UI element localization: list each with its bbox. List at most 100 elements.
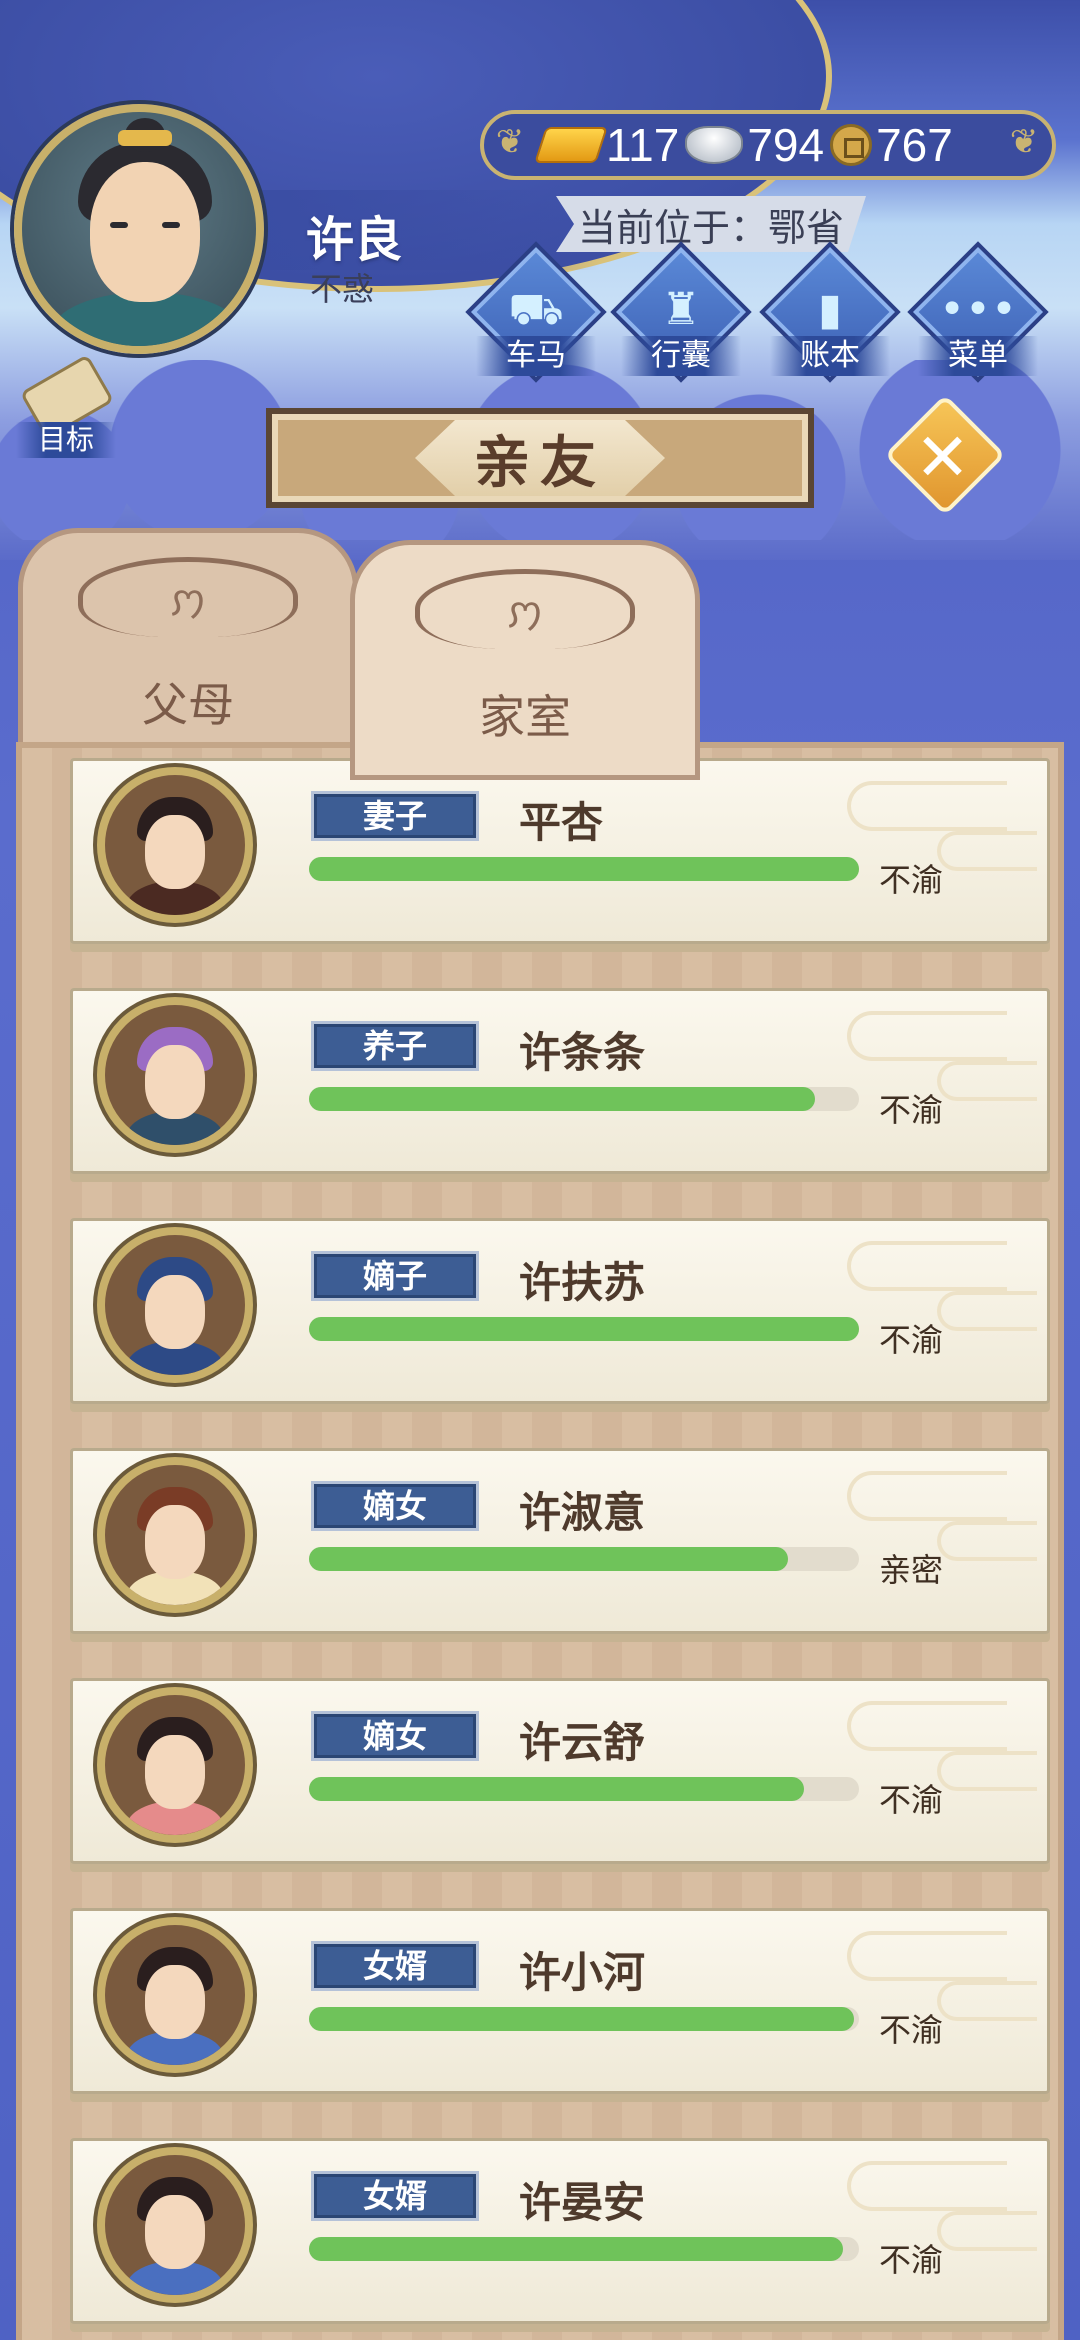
affinity-status: 不渝 [879,1091,944,1129]
member-portrait[interactable] [97,997,253,1153]
member-name: 许条条 [519,1028,646,1077]
location-label: 当前位于：鄂省 [556,196,866,252]
cloud-decoration [937,1751,1037,1791]
cloud-decoration [937,1521,1037,1561]
coin-currency: 767 [830,118,953,172]
affinity-bar [309,857,859,881]
affinity-bar [309,1547,859,1571]
family-member-card[interactable]: 嫡女 许淑意 亲密 [70,1448,1050,1634]
tab-parents[interactable]: 父母 [18,528,358,768]
banner-title: 亲友 [415,420,665,496]
relation-badge: 嫡女 [311,1711,479,1761]
tab-family-label: 家室 [479,690,571,744]
affinity-status: 不渝 [879,1781,944,1819]
carriage-icon: ⛟ [508,284,564,335]
ledger-button[interactable]: ▮ 账本 [759,241,901,384]
cloud-decoration [847,1931,1007,1981]
member-name: 许云舒 [519,1718,646,1767]
tab-family[interactable]: 家室 [350,540,700,780]
cloud-decoration [937,1061,1037,1101]
relation-badge: 嫡子 [311,1251,479,1301]
family-member-card[interactable]: 养子 许条条 不渝 [70,988,1050,1174]
member-portrait[interactable] [97,767,253,923]
cloud-decoration [847,781,1007,831]
affinity-fill [309,2237,843,2261]
relation-badge: 妻子 [311,791,479,841]
family-member-card[interactable]: 妻子 平杏 不渝 [70,758,1050,944]
cloud-decoration [937,831,1037,871]
more-icon: ••• [939,284,1017,335]
member-name: 许淑意 [519,1488,646,1537]
relation-badge: 女婿 [311,1941,479,1991]
tab-parents-label: 父母 [142,678,234,732]
member-name: 许晏安 [519,2178,646,2227]
currency-bar: ❦ 117 794 767 ❦ [480,110,1056,180]
avatar-eye [162,222,180,228]
avatar-crown [118,130,172,146]
member-name: 许小河 [519,1948,646,1997]
affinity-fill [309,1547,788,1571]
affinity-bar [309,2237,859,2261]
cloud-decoration [847,2161,1007,2211]
affinity-status: 不渝 [879,2011,944,2049]
portrait-face [145,2195,205,2269]
member-portrait[interactable] [97,1457,253,1613]
menu-button[interactable]: ••• 菜单 [907,241,1049,384]
affinity-bar [309,2007,859,2031]
carriage-button[interactable]: ⛟ 车马 [465,241,607,384]
affinity-status: 不渝 [879,2241,944,2279]
bamboo-icon: ❦ [495,122,525,162]
portrait-face [145,1965,205,2039]
affinity-status: 亲密 [879,1551,944,1589]
affinity-fill [309,1087,815,1111]
cloud-decoration [847,1011,1007,1061]
close-icon: ✕ [914,418,971,496]
affinity-fill [309,1317,859,1341]
cloud-decoration [937,1981,1037,2021]
relation-badge: 养子 [311,1021,479,1071]
avatar-face [90,162,200,302]
title-banner: 亲友 [266,408,814,508]
affinity-bar [309,1317,859,1341]
avatar-eye [110,222,128,228]
coin-value: 767 [876,119,953,171]
gold-ingot-icon [534,127,608,163]
silver-value: 794 [747,119,825,171]
ledger-icon: ▮ [817,284,843,335]
portrait-face [145,815,205,889]
bag-icon: ♜ [661,284,701,335]
portrait-face [145,1735,205,1809]
family-member-card[interactable]: 女婿 许晏安 不渝 [70,2138,1050,2324]
member-portrait[interactable] [97,2147,253,2303]
silver-ingot-icon [685,126,744,164]
bamboo-icon: ❦ [1009,122,1039,162]
member-portrait[interactable] [97,1917,253,2073]
relation-badge: 嫡女 [311,1481,479,1531]
player-name: 许良 [306,212,403,268]
family-list-panel[interactable]: 妻子 平杏 不渝 养子 许条条 不渝 嫡子 许扶苏 不渝 嫡女 许淑意 亲密 嫡… [16,742,1064,2340]
coin-icon [830,124,873,166]
gold-currency: 117 [534,118,680,172]
gold-value: 117 [606,119,680,171]
cloud-decoration [847,1241,1007,1291]
family-member-card[interactable]: 嫡子 许扶苏 不渝 [70,1218,1050,1404]
bag-button[interactable]: ♜ 行囊 [610,241,752,384]
carriage-label: 车马 [476,336,596,376]
affinity-fill [309,1777,804,1801]
family-member-card[interactable]: 女婿 许小河 不渝 [70,1908,1050,2094]
family-member-card[interactable]: 嫡女 许云舒 不渝 [70,1678,1050,1864]
cloud-decoration [847,1471,1007,1521]
cloud-decoration [847,1701,1007,1751]
member-portrait[interactable] [97,1687,253,1843]
affinity-status: 不渝 [879,861,944,899]
goal-button[interactable]: 目标 [16,354,116,470]
cloud-decoration [937,1291,1037,1331]
ledger-label: 账本 [770,336,890,376]
portrait-face [145,1505,205,1579]
member-portrait[interactable] [97,1227,253,1383]
player-avatar[interactable] [14,104,264,354]
relation-badge: 女婿 [311,2171,479,2221]
cloud-swirl-icon [415,569,635,649]
player-title: 不惑 [310,270,375,308]
member-name: 许扶苏 [519,1258,646,1307]
